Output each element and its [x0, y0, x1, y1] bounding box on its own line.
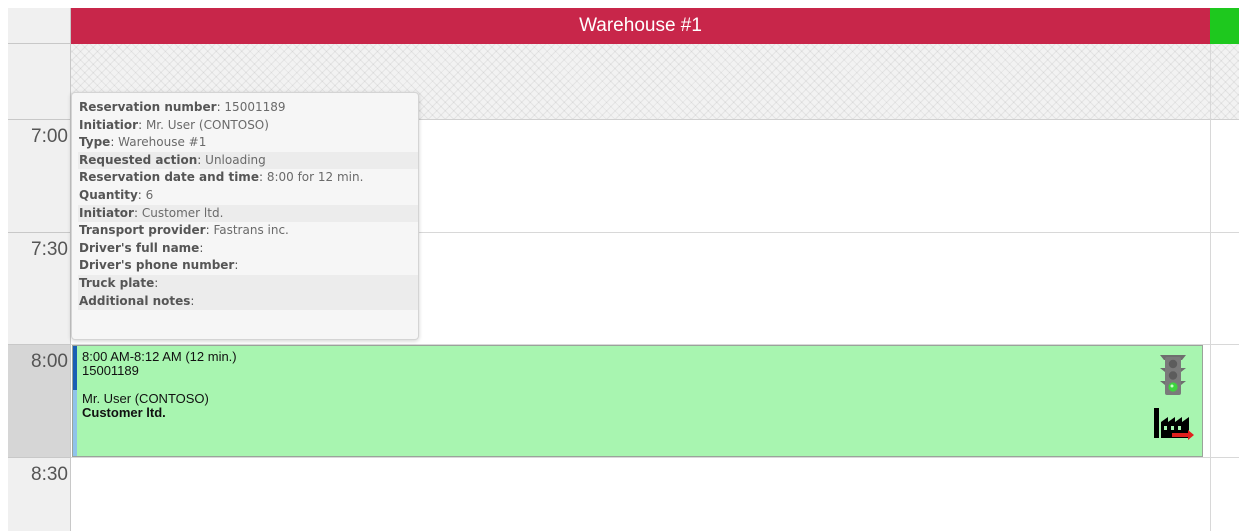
time-cell-0730: 7:30 [8, 233, 70, 345]
slot-divider [1211, 344, 1239, 345]
tooltip-row: Requested action: Unloading [78, 151, 418, 170]
slot-divider [1211, 232, 1239, 233]
event-time-range: 8:00 AM-8:12 AM (12 min.) [82, 349, 237, 364]
tooltip-row: Reservation date and time: 8:00 for 12 m… [79, 170, 364, 185]
resource-header[interactable]: Warehouse #1 [71, 8, 1210, 44]
time-label: 8:00 [31, 351, 68, 372]
tooltip-row: Driver's full name: [79, 240, 204, 255]
event-details: 8:00 AM-8:12 AM (12 min.) 15001189 Mr. U… [82, 350, 237, 420]
tooltip-row: Driver's phone number: [79, 258, 239, 273]
time-label: 7:30 [31, 239, 68, 260]
status-column-header[interactable] [1210, 8, 1239, 44]
status-off-hours [1211, 44, 1239, 120]
tooltip-row: Quantity: 6 [79, 187, 154, 202]
tooltip-row: Initiatior: Mr. User (CONTOSO) [79, 117, 269, 132]
tooltip-row: Transport provider: Fastrans inc. [79, 223, 289, 238]
traffic-light-icon [1160, 355, 1186, 395]
tooltip-row: Additional notes: [78, 292, 418, 311]
event-initiator: Mr. User (CONTOSO) [82, 391, 209, 406]
tooltip-row: Initiator: Customer ltd. [78, 204, 418, 223]
scheduler: Warehouse #1 7:00 7:30 8:00 8:30 8:00 AM… [0, 0, 1239, 531]
time-cell-0830: 8:30 [8, 458, 70, 531]
status-column [1210, 44, 1239, 531]
time-cell-0800: 8:00 [8, 345, 70, 458]
header-corner [8, 8, 71, 44]
reservation-tooltip: Reservation number: 15001189 Initiatior:… [71, 92, 419, 340]
event-reservation-number: 15001189 [82, 363, 139, 378]
time-label: 8:30 [31, 464, 68, 485]
tooltip-row: Reservation number: 15001189 [79, 100, 286, 114]
tooltip-row: Type: Warehouse #1 [79, 135, 207, 150]
reservation-event[interactable]: 8:00 AM-8:12 AM (12 min.) 15001189 Mr. U… [72, 345, 1203, 457]
event-customer: Customer ltd. [82, 405, 166, 420]
factory-unloading-icon [1154, 408, 1194, 440]
event-status-bar [73, 346, 77, 456]
time-cell-0700: 7:00 [8, 120, 70, 233]
time-column: 7:00 7:30 8:00 8:30 [8, 44, 71, 531]
slot-divider [1211, 457, 1239, 458]
time-cell-offhours [8, 44, 70, 120]
time-label: 7:00 [31, 126, 68, 147]
tooltip-row: Truck plate: [78, 274, 418, 293]
slot-divider [71, 457, 1210, 458]
